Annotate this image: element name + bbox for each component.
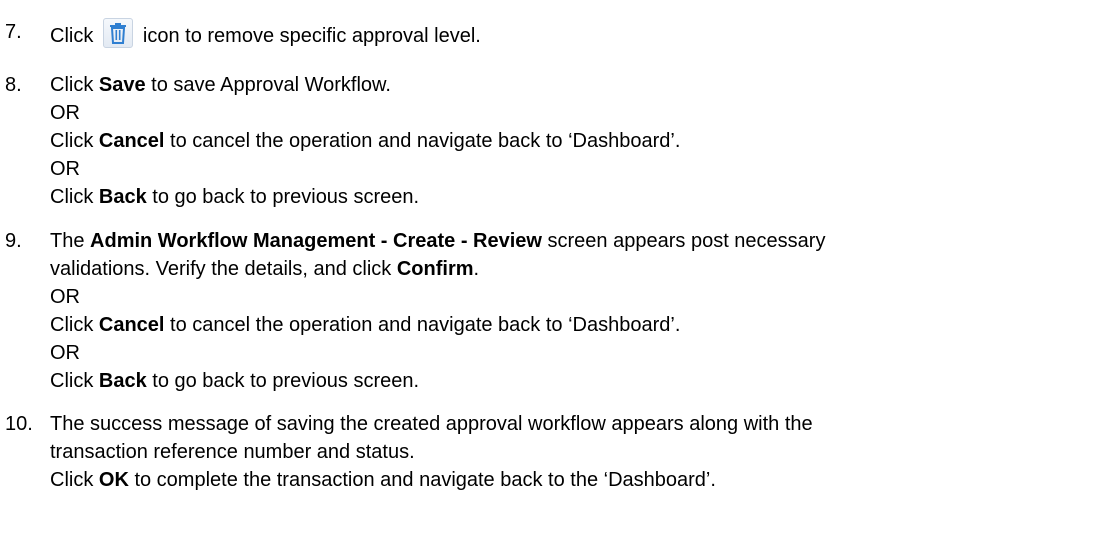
step-text: Click icon to remove specific approval l… [50,18,1084,50]
step-text-part: icon to remove specific approval level. [142,25,481,47]
instruction-line: validations. Verify the details, and cli… [50,258,480,280]
step-number: 8. [5,74,22,96]
instruction-line: The success message of saving the create… [50,413,813,435]
ui-term: Back [98,370,147,392]
step-number: 10. [5,413,33,435]
instruction-line: Click Back to go back to previous screen… [50,186,420,208]
instruction-line: Click OK to complete the transaction and… [50,469,716,491]
step-number: 7. [5,21,22,43]
step-text: The Admin Workflow Management - Create -… [50,227,1084,395]
instruction-line: Click Back to go back to previous screen… [50,370,420,392]
step-text-part: Click [50,25,94,47]
ui-term: OK [98,469,129,491]
step-number: 9. [5,230,22,252]
or-separator: OR [50,342,80,364]
instruction-line: The Admin Workflow Management - Create -… [50,230,826,252]
trash-icon [102,18,133,48]
or-separator: OR [50,158,80,180]
instruction-line: transaction reference number and status. [50,441,415,463]
step-text: Click Save to save Approval Workflow. OR… [50,71,1084,211]
ui-term: Cancel [98,314,165,336]
ui-term: Back [98,186,147,208]
ui-term: Admin Workflow Management - Create - Rev… [90,230,542,252]
or-separator: OR [50,286,80,308]
instruction-line: Click Save to save Approval Workflow. [50,74,391,96]
or-separator: OR [50,102,80,124]
ui-term: Confirm [396,258,474,280]
instruction-line: Click Cancel to cancel the operation and… [50,314,681,336]
ui-term: Save [98,74,146,96]
instruction-line: Click Cancel to cancel the operation and… [50,130,681,152]
step-text: The success message of saving the create… [50,410,1084,494]
ui-term: Cancel [98,130,165,152]
document-page: 7. Click icon to remove specific approva… [0,0,1094,536]
